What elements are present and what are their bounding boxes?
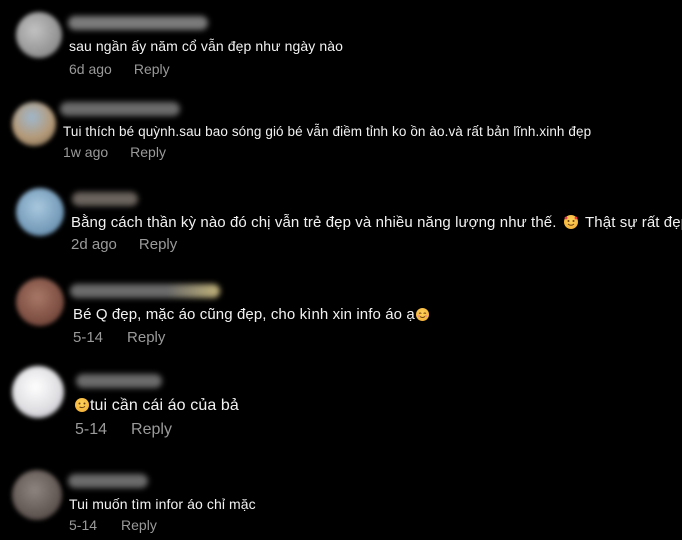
- username-blurred[interactable]: [76, 374, 162, 388]
- comment-text: Bằng cách thần kỳ nào đó chị vẫn trẻ đẹp…: [71, 214, 557, 231]
- comment-time: 6d ago: [69, 61, 112, 77]
- avatar[interactable]: [12, 470, 62, 520]
- comment-text: Tui thích bé quỳnh.sau bao sóng gió bé v…: [63, 124, 592, 139]
- reply-button[interactable]: Reply: [127, 329, 165, 346]
- comment-text-row: Bằng cách thần kỳ nào đó chị vẫn trẻ đẹp…: [71, 214, 682, 231]
- username-blurred[interactable]: [72, 192, 138, 206]
- avatar[interactable]: [16, 278, 64, 326]
- reply-button[interactable]: Reply: [130, 144, 166, 160]
- reply-button[interactable]: Reply: [121, 517, 157, 533]
- comment-text: Tui muốn tìm infor áo chỉ mặc: [69, 496, 256, 512]
- reply-button[interactable]: Reply: [134, 61, 170, 77]
- avatar[interactable]: [12, 102, 56, 146]
- comment-text: sau ngần ấy năm cổ vẫn đẹp như ngày nào: [69, 38, 344, 54]
- avatar[interactable]: [12, 366, 64, 418]
- username-blurred[interactable]: [68, 474, 148, 488]
- comment-text-row: tui cần cái áo của bả: [75, 397, 239, 415]
- comment-time: 2d ago: [71, 236, 117, 253]
- smirking-face-icon: [75, 398, 89, 412]
- comment-meta: 2d ago Reply: [71, 236, 177, 253]
- username-blurred[interactable]: [68, 16, 208, 30]
- reply-button[interactable]: Reply: [139, 236, 177, 253]
- comment-meta: 5-14 Reply: [73, 329, 165, 346]
- comment-text: tui cần cái áo của bả: [90, 397, 239, 414]
- comment-text-row: Bé Q đẹp, mặc áo cũng đẹp, cho kình xin …: [73, 306, 429, 323]
- comment-meta: 5-14 Reply: [69, 517, 157, 533]
- comment-time: 5-14: [73, 329, 104, 346]
- comment-meta: 6d ago Reply: [69, 61, 170, 77]
- smiling-face-icon: [415, 308, 429, 321]
- avatar[interactable]: [16, 12, 62, 58]
- comment-meta: 1w ago Reply: [63, 144, 166, 160]
- comment-text-continued: Thật sự rất đẹp!: [585, 214, 682, 231]
- avatar[interactable]: [16, 188, 64, 236]
- comment-time: 5-14: [75, 421, 108, 438]
- comment-time: 1w ago: [63, 144, 109, 160]
- comment-time: 5-14: [69, 517, 98, 533]
- username-blurred[interactable]: [60, 102, 180, 116]
- comment-text: Bé Q đẹp, mặc áo cũng đẹp, cho kình xin …: [73, 306, 415, 323]
- reply-button[interactable]: Reply: [131, 421, 172, 439]
- smiling-face-with-hearts-icon: [563, 215, 578, 229]
- username-blurred[interactable]: [70, 284, 220, 298]
- comment-meta: 5-14 Reply: [75, 421, 172, 439]
